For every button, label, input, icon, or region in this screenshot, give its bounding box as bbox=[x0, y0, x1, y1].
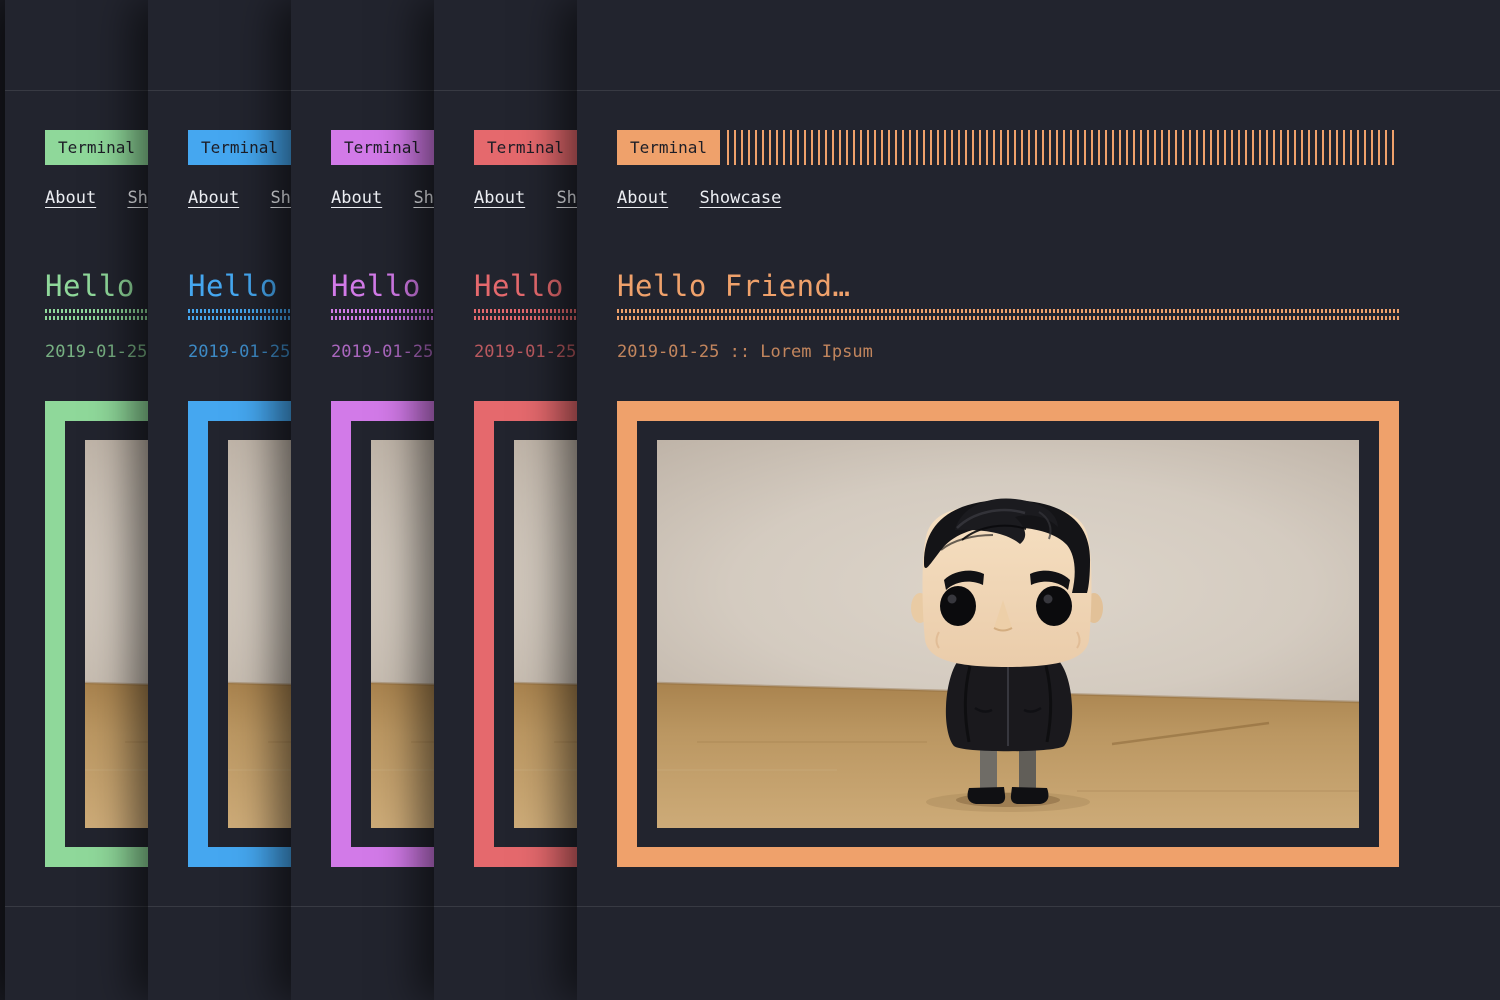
nav-link-about[interactable]: About bbox=[331, 188, 382, 208]
funko-figure-photo bbox=[657, 440, 1359, 828]
site-logo-badge[interactable]: Terminal bbox=[617, 130, 720, 165]
site-logo-badge[interactable]: Terminal bbox=[474, 130, 577, 165]
dotted-separator bbox=[617, 309, 1399, 320]
post-title: Hello Friend… bbox=[617, 270, 1500, 302]
nav-link-about[interactable]: About bbox=[474, 188, 525, 208]
nav-link-about[interactable]: About bbox=[617, 188, 668, 208]
nav-link-about[interactable]: About bbox=[188, 188, 239, 208]
site-logo-badge[interactable]: Terminal bbox=[188, 130, 291, 165]
theme-panel-orange: Terminal About Showcase Hello Friend… 20… bbox=[577, 0, 1500, 1000]
panel-main: Terminal About Showcase Hello Friend… 20… bbox=[577, 91, 1500, 907]
header-bars-decoration bbox=[727, 130, 1399, 165]
post-meta: 2019-01-25 :: Lorem Ipsum bbox=[617, 343, 1500, 361]
site-logo-badge[interactable]: Terminal bbox=[45, 130, 148, 165]
nav-link-about[interactable]: About bbox=[45, 188, 96, 208]
panel-header-strip bbox=[577, 0, 1500, 91]
panel-footer-strip bbox=[577, 907, 1500, 999]
site-nav: About Showcase bbox=[617, 187, 1500, 209]
post-cover-frame bbox=[617, 401, 1399, 867]
site-header: Terminal bbox=[617, 130, 1399, 165]
site-logo-badge[interactable]: Terminal bbox=[331, 130, 434, 165]
nav-link-showcase[interactable]: Showcase bbox=[699, 188, 781, 208]
